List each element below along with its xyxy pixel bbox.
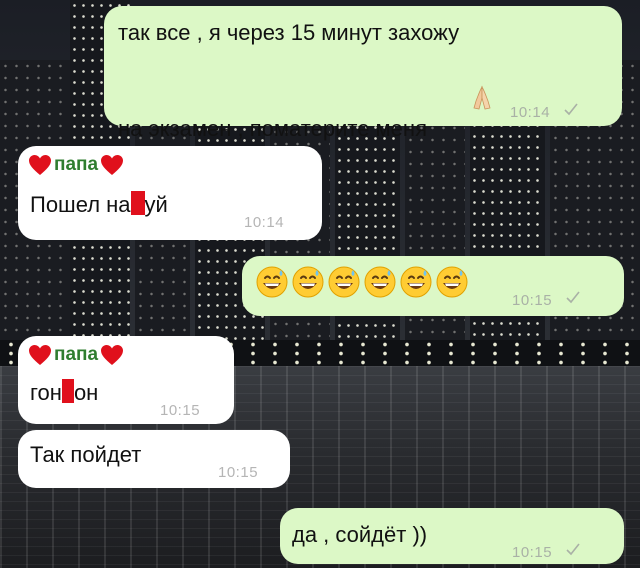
- sender-label: папа: [28, 150, 124, 180]
- red-heart-icon: [29, 345, 51, 365]
- sender-label: папа: [28, 340, 124, 370]
- red-heart-icon: [101, 155, 124, 175]
- red-heart-icon: [101, 345, 124, 365]
- sender-name: папа: [54, 154, 99, 175]
- message-time: 10:15: [512, 292, 553, 309]
- censor-bar: [61, 379, 74, 403]
- message-text-part: он: [73, 380, 99, 405]
- incoming-message[interactable]: Так пойдет 10:15: [18, 430, 290, 488]
- message-text-part: уй: [144, 192, 168, 217]
- check-icon: [566, 543, 580, 556]
- message-time: 10:15: [160, 402, 201, 419]
- grinning-sweat-emoji-icon: [400, 266, 432, 298]
- message-text: на экзамен , поматерите меня: [118, 54, 491, 144]
- message-text-part: гон: [30, 380, 62, 405]
- grinning-sweat-emoji-icon: [436, 266, 468, 298]
- message-text: да , сойдёт )): [292, 522, 428, 547]
- sender-name: папа: [54, 344, 99, 365]
- praying-hands-icon: [433, 54, 491, 110]
- outgoing-message[interactable]: так все , я через 15 минут захожу на экз…: [104, 6, 622, 141]
- grinning-sweat-emoji-icon: [328, 266, 360, 298]
- check-icon: [564, 103, 578, 116]
- message-text-line: на экзамен , поматерите меня: [118, 116, 427, 141]
- grinning-sweat-emoji-icon: [256, 266, 288, 298]
- outgoing-message[interactable]: 10:15: [242, 256, 624, 316]
- incoming-message[interactable]: папа гон он 10:15: [18, 336, 234, 424]
- message-time: 10:15: [218, 464, 259, 481]
- message-text: так все , я через 15 минут захожу: [118, 20, 460, 45]
- message-text: Пошел на уй: [30, 190, 168, 220]
- message-time: 10:14: [244, 214, 285, 231]
- grinning-sweat-emoji-icon: [364, 266, 396, 298]
- censor-bar: [130, 191, 145, 215]
- message-time: 10:15: [512, 544, 553, 561]
- message-text: Так пойдет: [30, 442, 142, 467]
- check-icon: [566, 291, 580, 304]
- grinning-sweat-emoji-icon: [292, 266, 324, 298]
- red-heart-icon: [29, 155, 51, 175]
- emoji-row: [256, 266, 468, 298]
- message-text-part: Пошел на: [30, 192, 131, 217]
- incoming-message[interactable]: папа Пошел на уй 10:14: [18, 146, 322, 240]
- message-time: 10:14: [510, 104, 551, 121]
- outgoing-message[interactable]: да , сойдёт )) 10:15: [280, 508, 624, 564]
- message-text: гон он: [30, 378, 98, 408]
